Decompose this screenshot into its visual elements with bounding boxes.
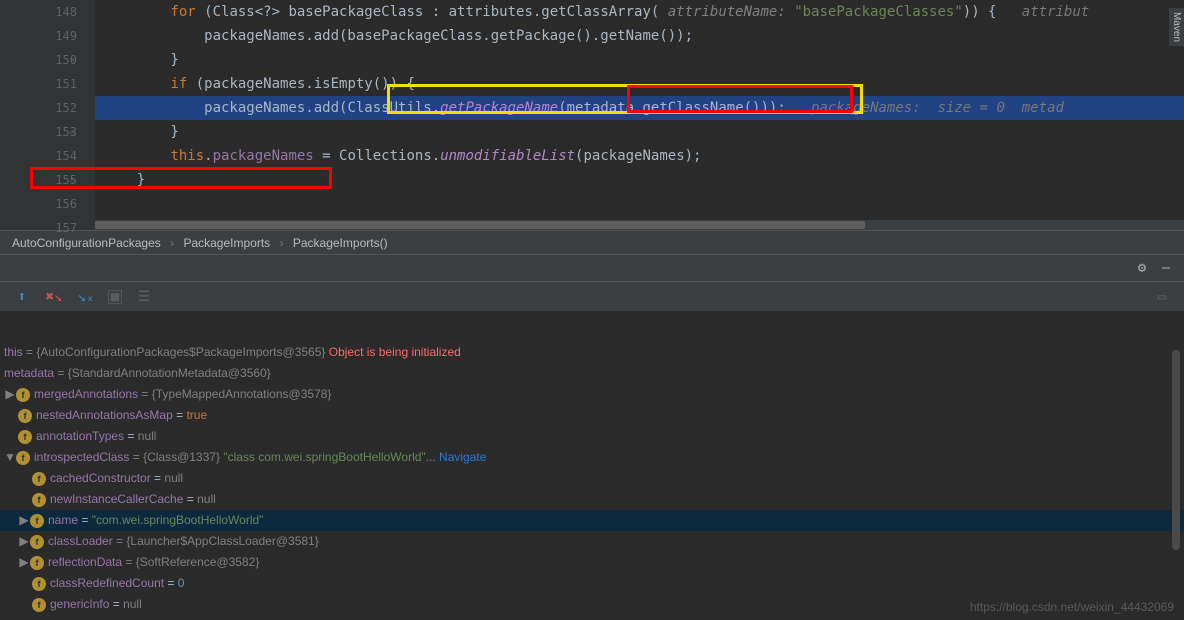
line-gutter: 148 149 150⌃ 151 152 153⌃ 154 155⌃ 156 1…	[0, 0, 95, 230]
variable-row[interactable]: ▶fclassLoader = {Launcher$AppClassLoader…	[0, 531, 1184, 552]
line-number: 150⌃	[0, 48, 77, 72]
code-content[interactable]: for (Class<?> basePackageClass : attribu…	[95, 0, 1184, 230]
minimize-icon[interactable]: —	[1156, 258, 1176, 278]
grid-icon[interactable]: ▦	[108, 290, 122, 304]
variable-row[interactable]: fnestedAnnotationsAsMap = true	[0, 405, 1184, 426]
fold-icon[interactable]: ⌃	[65, 172, 75, 182]
variable-row[interactable]: fclassRedefinedCount = 0	[0, 573, 1184, 594]
watermark-text: https://blog.csdn.net/weixin_44432069	[970, 600, 1174, 614]
code-line-current: packageNames.add(ClassUtils.getPackageNa…	[95, 96, 1184, 120]
breadcrumb-bar: AutoConfigurationPackages › PackageImpor…	[0, 230, 1184, 254]
scrollbar-thumb[interactable]	[95, 221, 865, 229]
vertical-scrollbar[interactable]	[1172, 350, 1180, 550]
variable-row[interactable]: ▼fintrospectedClass = {Class@1337} "clas…	[0, 447, 1184, 468]
breadcrumb-separator-icon: ›	[170, 236, 174, 250]
field-icon: f	[30, 514, 44, 528]
fold-icon[interactable]: ⌃	[65, 124, 75, 134]
line-number: 156	[0, 192, 77, 216]
debug-panel-header: ⚙ —	[0, 254, 1184, 282]
line-number: 148	[0, 0, 77, 24]
expand-arrow-icon[interactable]: ▶	[18, 552, 30, 573]
expand-arrow-icon[interactable]: ▶	[4, 384, 16, 405]
field-icon: f	[30, 556, 44, 570]
code-line: }	[95, 48, 1184, 72]
list-icon[interactable]: ☰	[134, 287, 154, 307]
line-number: 151	[0, 72, 77, 96]
line-number: 153⌃	[0, 120, 77, 144]
add-watch-icon[interactable]: ↘ₓ	[76, 287, 96, 307]
field-icon: f	[32, 577, 46, 591]
code-line: packageNames.add(basePackageClass.getPac…	[95, 24, 1184, 48]
navigate-link[interactable]: Navigate	[439, 450, 486, 464]
variables-panel[interactable]: this = {AutoConfigurationPackages$Packag…	[0, 340, 1184, 617]
variables-toolbar: ⬆ ✖↘ ↘ₓ ▦ ☰ ▭	[0, 282, 1184, 312]
expand-arrow-icon[interactable]: ▶	[18, 510, 30, 531]
line-number: 152	[0, 96, 77, 120]
field-icon: f	[18, 409, 32, 423]
breadcrumb-item[interactable]: PackageImports()	[293, 236, 388, 250]
gear-icon[interactable]: ⚙	[1132, 258, 1152, 278]
breadcrumb-item[interactable]: PackageImports	[183, 236, 270, 250]
variable-row[interactable]: this = {AutoConfigurationPackages$Packag…	[0, 342, 1184, 363]
horizontal-scrollbar[interactable]	[95, 220, 1184, 230]
field-icon: f	[16, 451, 30, 465]
variable-row[interactable]: metadata = {StandardAnnotationMetadata@3…	[0, 363, 1184, 384]
breadcrumb-separator-icon: ›	[280, 236, 284, 250]
code-line: this.packageNames = Collections.unmodifi…	[95, 144, 1184, 168]
field-icon: f	[32, 493, 46, 507]
variable-row[interactable]: ▶fmergedAnnotations = {TypeMappedAnnotat…	[0, 384, 1184, 405]
fold-icon[interactable]: ⌃	[65, 52, 75, 62]
code-line: for (Class<?> basePackageClass : attribu…	[95, 0, 1184, 24]
variable-row[interactable]: fnewInstanceCallerCache = null	[0, 489, 1184, 510]
variable-row[interactable]: fannotationTypes = null	[0, 426, 1184, 447]
layout-icon[interactable]: ▭	[1152, 287, 1172, 307]
variable-row-selected[interactable]: ▶fname = "com.wei.springBootHelloWorld"	[0, 510, 1184, 531]
line-number: 155⌃	[0, 168, 77, 192]
upload-icon[interactable]: ⬆	[12, 287, 32, 307]
field-icon: f	[16, 388, 30, 402]
code-line: }	[95, 168, 1184, 192]
expand-arrow-icon[interactable]: ▼	[4, 447, 16, 468]
field-icon: f	[32, 472, 46, 486]
field-icon: f	[18, 430, 32, 444]
variable-row[interactable]: ▶freflectionData = {SoftReference@3582}	[0, 552, 1184, 573]
code-line: if (packageNames.isEmpty()) {	[95, 72, 1184, 96]
remove-watch-icon[interactable]: ✖↘	[44, 287, 64, 307]
code-editor[interactable]: 148 149 150⌃ 151 152 153⌃ 154 155⌃ 156 1…	[0, 0, 1184, 230]
expand-arrow-icon[interactable]: ▶	[18, 531, 30, 552]
code-line	[95, 192, 1184, 216]
toolbar-divider	[0, 312, 1184, 340]
variable-row[interactable]: fcachedConstructor = null	[0, 468, 1184, 489]
line-number: 154	[0, 144, 77, 168]
field-icon: f	[32, 598, 46, 612]
line-number: 149	[0, 24, 77, 48]
line-number: 157	[0, 216, 77, 240]
code-line: }	[95, 120, 1184, 144]
field-icon: f	[30, 535, 44, 549]
